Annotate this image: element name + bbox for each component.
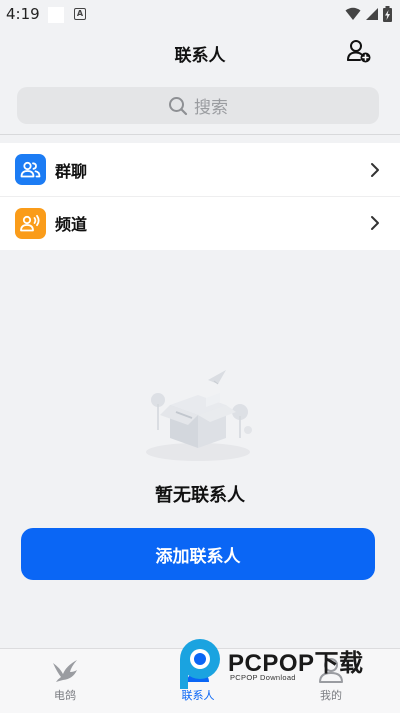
tab-label: 电鸽 xyxy=(54,689,76,702)
watermark-subtitle: PCPOP Download xyxy=(230,673,296,682)
empty-state-text: 暂无联系人 xyxy=(155,485,245,506)
list-item-label: 频道 xyxy=(55,215,88,234)
empty-box-illustration-icon xyxy=(146,370,252,461)
battery-icon xyxy=(383,6,392,22)
chevron-right-icon xyxy=(371,216,379,230)
tab-pigeon[interactable]: 电鸽 xyxy=(15,649,115,713)
chevron-right-icon xyxy=(371,162,379,177)
search-placeholder: 搜索 xyxy=(194,98,228,118)
add-contact-icon[interactable] xyxy=(346,38,372,64)
status-bar: 4:19 A xyxy=(0,0,400,30)
cellular-signal-icon xyxy=(366,8,378,20)
search-input[interactable]: 搜索 xyxy=(17,87,379,124)
pigeon-icon xyxy=(53,660,77,682)
contacts-menu-list: 群聊 频道 xyxy=(0,143,400,250)
add-contact-button[interactable]: 添加联系人 xyxy=(21,528,375,580)
list-item-label: 群聊 xyxy=(55,161,88,181)
watermark: PCPOP下载 PCPOP Download xyxy=(178,637,400,697)
status-indicators xyxy=(345,6,392,22)
list-item-channel[interactable]: 频道 xyxy=(0,196,400,249)
search-icon xyxy=(169,96,188,115)
divider xyxy=(0,134,400,135)
group-icon xyxy=(15,154,46,185)
list-item-group-chat[interactable]: 群聊 xyxy=(0,143,400,196)
header: 联系人 xyxy=(0,30,400,78)
channel-icon xyxy=(15,207,46,239)
page-title: 联系人 xyxy=(174,46,226,66)
status-time: 4:19 xyxy=(6,5,40,23)
notification-placeholder-icon xyxy=(48,7,64,23)
app-notification-icon: A xyxy=(74,8,86,20)
pcpop-logo-icon xyxy=(180,639,220,689)
wifi-icon xyxy=(345,7,361,20)
